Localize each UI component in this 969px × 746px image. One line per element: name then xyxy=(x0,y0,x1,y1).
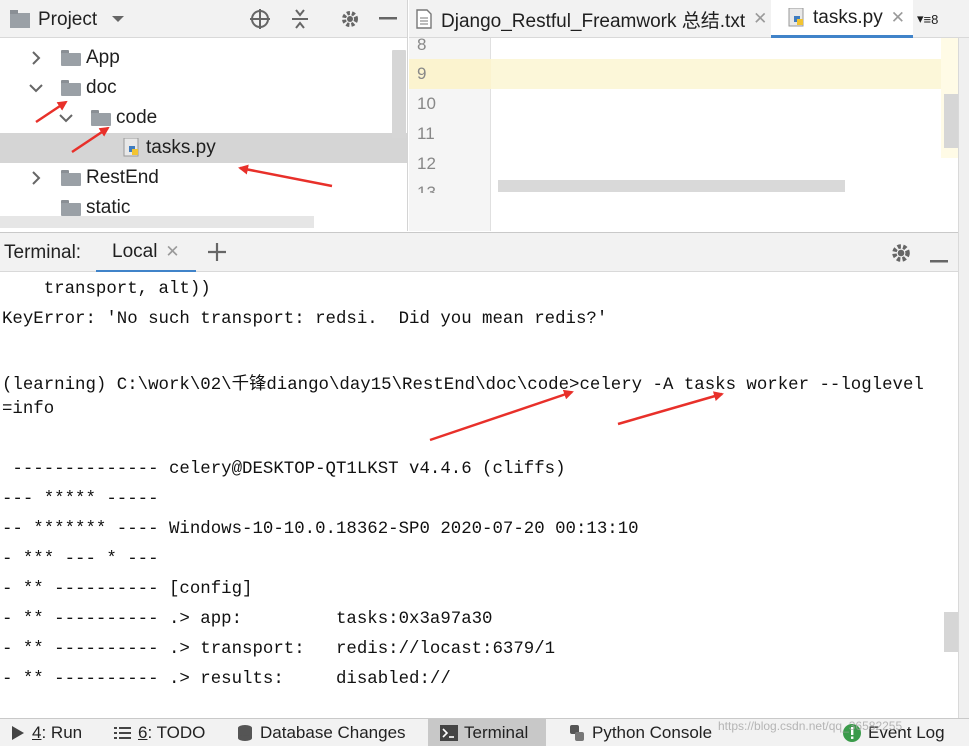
tree-item-label: App xyxy=(86,47,120,68)
line-number: 13 xyxy=(417,183,436,193)
tree-item-tasks-py[interactable]: tasks.py xyxy=(0,133,407,164)
project-title[interactable]: Project xyxy=(38,9,97,31)
close-icon[interactable]: ✕ xyxy=(891,8,905,28)
tab-django-restful-txt[interactable]: Django_Restful_Freamwork 总结.txt ✕ xyxy=(409,0,771,38)
watermark: https://blog.csdn.net/qq_36582255 xyxy=(718,719,903,733)
python-file-icon xyxy=(788,7,804,26)
tree-item-label: doc xyxy=(86,77,117,98)
gear-icon[interactable] xyxy=(338,0,362,38)
tree-item-app[interactable]: App xyxy=(0,43,407,73)
tree-item-doc[interactable]: doc xyxy=(0,73,407,103)
editor-horizontal-scrollbar[interactable] xyxy=(498,180,845,192)
editor-tab-bar: Django_Restful_Freamwork 总结.txt ✕ tasks.… xyxy=(409,0,969,38)
project-header: Project xyxy=(0,0,407,38)
chevron-down-icon[interactable] xyxy=(58,103,74,133)
terminal-line: - ** ---------- .> results: disabled:// xyxy=(2,670,451,689)
add-tab-icon[interactable] xyxy=(206,241,228,268)
todo-tool-button[interactable]: 6: TODO xyxy=(114,719,205,746)
tab-local[interactable]: Local ✕ xyxy=(96,233,196,273)
python-file-icon xyxy=(122,137,142,164)
shortcut-key: 4 xyxy=(32,723,42,742)
tool-label: Terminal xyxy=(464,723,529,742)
database-changes-tool-button[interactable]: Database Changes xyxy=(236,719,406,746)
hide-panel-icon[interactable] xyxy=(376,0,400,38)
hide-panel-icon[interactable] xyxy=(930,251,948,269)
terminal-line: -------------- celery@DESKTOP-QT1LKST v4… xyxy=(2,460,566,479)
tool-label: Database Changes xyxy=(260,723,406,742)
python-console-tool-button[interactable]: Python Console xyxy=(568,719,712,746)
chevron-down-icon[interactable] xyxy=(28,73,44,103)
python-console-icon xyxy=(570,725,584,741)
terminal-output[interactable]: transport, alt)) KeyError: 'No such tran… xyxy=(0,272,958,718)
tool-label: Python Console xyxy=(592,723,713,742)
list-icon: ≡ xyxy=(923,11,932,27)
right-tool-stripe xyxy=(958,38,969,718)
tool-label: : TODO xyxy=(147,723,206,742)
chevron-right-icon[interactable] xyxy=(28,43,44,73)
tab-tasks-py[interactable]: tasks.py ✕ xyxy=(771,0,913,38)
project-panel: Project App doc code tasks.py RestEnd st… xyxy=(0,0,408,231)
database-icon xyxy=(238,725,252,741)
chevron-right-icon[interactable] xyxy=(28,163,44,193)
folder-icon xyxy=(91,110,111,126)
line-number: 11 xyxy=(417,124,435,143)
tree-item-label: code xyxy=(116,107,158,128)
project-horizontal-scrollbar[interactable] xyxy=(0,216,314,228)
folder-icon xyxy=(61,50,81,66)
project-view-icon[interactable] xyxy=(8,0,32,38)
terminal-line: - ** ---------- [config] xyxy=(2,580,253,599)
terminal-icon xyxy=(440,725,458,741)
terminal-line: - ** ---------- .> transport: redis://lo… xyxy=(2,640,556,659)
terminal-title: Terminal: xyxy=(4,242,82,263)
todo-list-icon xyxy=(114,727,131,739)
terminal-line: - ** ---------- .> app: tasks:0x3a97a30 xyxy=(2,610,493,629)
folder-icon xyxy=(61,170,81,186)
line-number: 9 xyxy=(417,64,427,83)
editor-area: Django_Restful_Freamwork 总结.txt ✕ tasks.… xyxy=(409,0,969,231)
tab-label: Django_Restful_Freamwork 总结.txt xyxy=(441,10,746,32)
tab-label: tasks.py xyxy=(813,6,883,28)
terminal-line: KeyError: 'No such transport: redsi. Did… xyxy=(2,310,608,329)
gear-icon[interactable] xyxy=(890,242,912,269)
terminal-line: - *** --- * --- xyxy=(2,550,159,569)
terminal-line: (learning) C:\work\02\千锋diango\day15\Res… xyxy=(2,376,924,395)
terminal-line: -- ******* ---- Windows-10-10.0.18362-SP… xyxy=(2,520,639,539)
terminal-tool-button[interactable]: Terminal xyxy=(428,719,546,746)
terminal-line: =info xyxy=(2,400,55,419)
chevron-down-icon[interactable] xyxy=(110,0,126,38)
tool-label: : Run xyxy=(41,723,83,742)
collapse-all-icon[interactable] xyxy=(288,0,312,38)
line-number: 8 xyxy=(417,35,427,54)
terminal-line: --- ***** ----- xyxy=(2,490,159,509)
terminal-line: transport, alt)) xyxy=(2,280,211,299)
shortcut-key: 6 xyxy=(138,723,148,742)
locate-file-icon[interactable] xyxy=(248,0,272,38)
tree-item-label: RestEnd xyxy=(86,167,159,188)
tab-overflow-menu[interactable]: ▾ ≡ 8 xyxy=(917,0,938,38)
folder-icon xyxy=(61,80,81,96)
text-file-icon xyxy=(416,9,432,29)
terminal-header: Terminal: Local ✕ xyxy=(0,232,958,273)
run-icon xyxy=(12,726,24,740)
tab-label: Local xyxy=(112,240,158,262)
run-tool-button[interactable]: 4: Run xyxy=(10,719,82,746)
editor-vertical-scrollbar[interactable] xyxy=(944,94,958,148)
terminal-vertical-scrollbar[interactable] xyxy=(944,612,958,652)
close-icon[interactable]: ✕ xyxy=(165,242,179,262)
tree-item-code[interactable]: code xyxy=(0,103,407,133)
tree-item-restend[interactable]: RestEnd xyxy=(0,163,407,193)
project-vertical-scrollbar[interactable] xyxy=(392,50,406,138)
folder-icon xyxy=(61,200,81,216)
line-number: 12 xyxy=(417,154,436,173)
tree-item-label: tasks.py xyxy=(146,137,216,158)
line-number: 10 xyxy=(417,94,436,113)
tab-overflow-count: 8 xyxy=(931,11,939,27)
close-icon[interactable]: ✕ xyxy=(753,9,767,29)
